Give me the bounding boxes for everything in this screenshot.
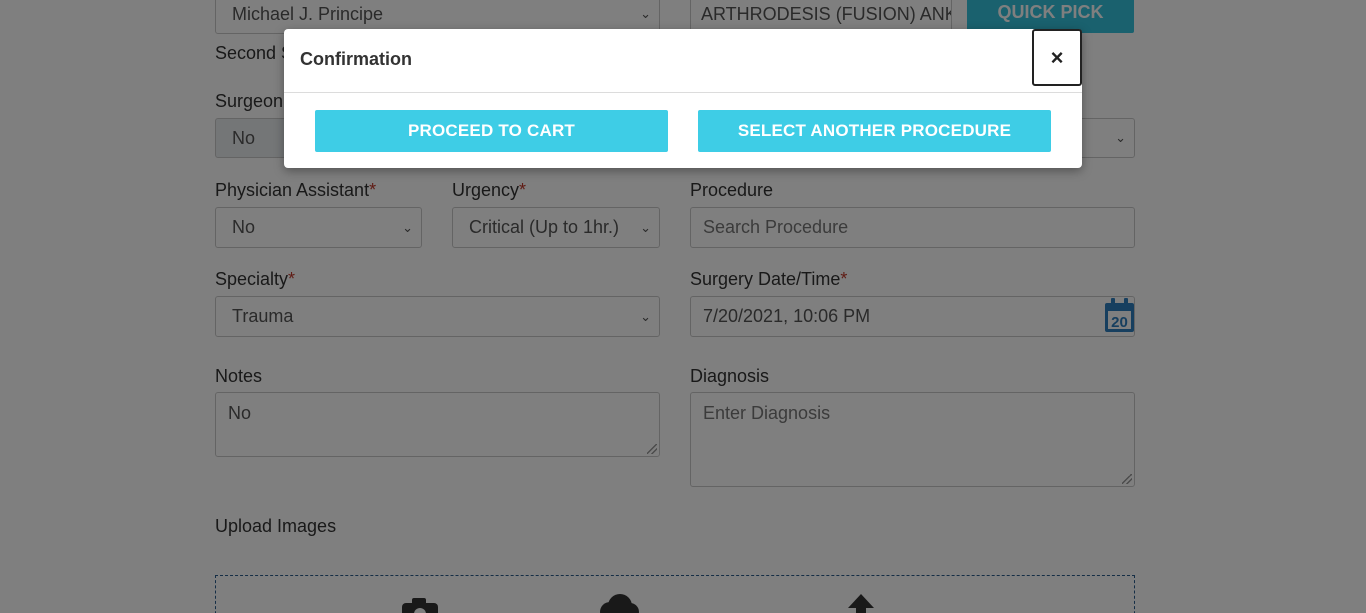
confirmation-modal: Confirmation × PROCEED TO CART SELECT AN… (284, 29, 1082, 168)
close-button[interactable]: × (1032, 29, 1082, 86)
close-icon: × (1050, 44, 1064, 70)
modal-title: Confirmation (300, 49, 412, 69)
proceed-to-cart-button[interactable]: PROCEED TO CART (315, 110, 668, 152)
modal-header: Confirmation (284, 29, 1082, 93)
select-another-procedure-button[interactable]: SELECT ANOTHER PROCEDURE (698, 110, 1051, 152)
